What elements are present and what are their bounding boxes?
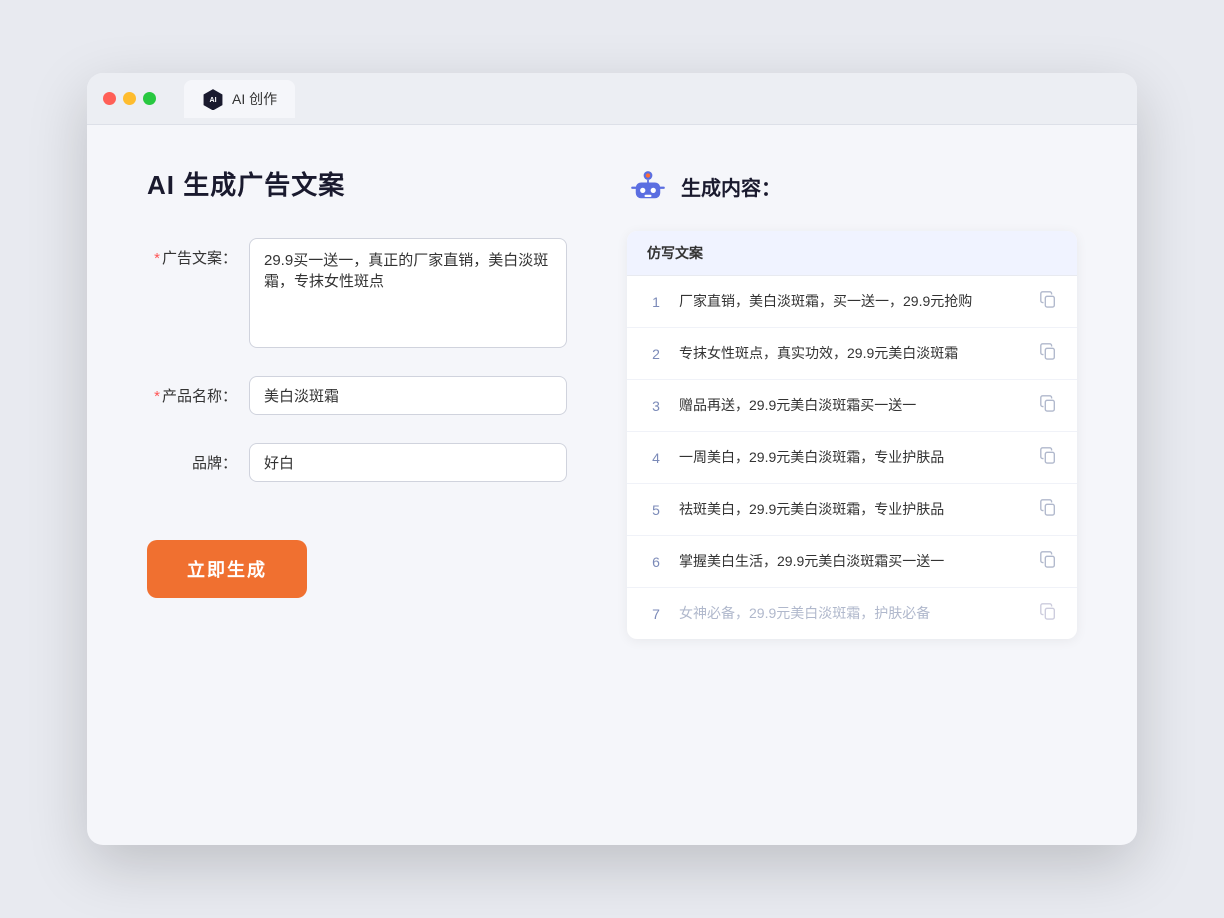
robot-icon	[627, 165, 669, 207]
tab-label: AI 创作	[232, 89, 277, 109]
copy-icon[interactable]	[1039, 550, 1057, 573]
browser-content: AI 生成广告文案 *广告文案： *产品名称： 品牌： 立	[87, 125, 1137, 845]
copy-icon[interactable]	[1039, 290, 1057, 313]
copy-icon[interactable]	[1039, 446, 1057, 469]
row-text: 一周美白，29.9元美白淡斑霜，专业护肤品	[679, 447, 1025, 468]
generate-button[interactable]: 立即生成	[147, 540, 307, 598]
table-row: 6 掌握美白生活，29.9元美白淡斑霜买一送一	[627, 536, 1077, 588]
row-number: 2	[647, 346, 665, 362]
row-number: 6	[647, 554, 665, 570]
required-star-2: *	[154, 388, 160, 405]
page-title: AI 生成广告文案	[147, 165, 567, 202]
minimize-button[interactable]	[123, 92, 136, 105]
row-number: 1	[647, 294, 665, 310]
table-row: 4 一周美白，29.9元美白淡斑霜，专业护肤品	[627, 432, 1077, 484]
ad-copy-input[interactable]	[249, 238, 567, 348]
traffic-lights	[103, 92, 156, 105]
left-panel: AI 生成广告文案 *广告文案： *产品名称： 品牌： 立	[147, 165, 567, 805]
brand-label: 品牌：	[147, 443, 237, 474]
result-table: 仿写文案 1 厂家直销，美白淡斑霜，买一送一，29.9元抢购 2 专抹女性斑点，真实…	[627, 231, 1077, 639]
table-row: 3 赠品再送，29.9元美白淡斑霜买一送一	[627, 380, 1077, 432]
row-text: 赠品再送，29.9元美白淡斑霜买一送一	[679, 395, 1025, 416]
row-number: 4	[647, 450, 665, 466]
ad-copy-group: *广告文案：	[147, 238, 567, 348]
table-header: 仿写文案	[627, 231, 1077, 276]
ad-copy-label: *广告文案：	[147, 238, 237, 269]
result-rows: 1 厂家直销，美白淡斑霜，买一送一，29.9元抢购 2 专抹女性斑点，真实功效，29…	[627, 276, 1077, 639]
product-name-label: *产品名称：	[147, 376, 237, 407]
required-star: *	[154, 250, 160, 267]
table-row: 2 专抹女性斑点，真实功效，29.9元美白淡斑霜	[627, 328, 1077, 380]
brand-input[interactable]	[249, 443, 567, 482]
copy-icon[interactable]	[1039, 498, 1057, 521]
row-text: 祛斑美白，29.9元美白淡斑霜，专业护肤品	[679, 499, 1025, 520]
table-row: 5 祛斑美白，29.9元美白淡斑霜，专业护肤品	[627, 484, 1077, 536]
table-row: 7 女神必备，29.9元美白淡斑霜，护肤必备	[627, 588, 1077, 639]
brand-group: 品牌：	[147, 443, 567, 482]
result-header: 生成内容：	[627, 165, 1077, 207]
browser-bar: AI AI 创作	[87, 73, 1137, 125]
row-number: 5	[647, 502, 665, 518]
ai-tab-icon: AI	[202, 88, 224, 110]
browser-window: AI AI 创作 AI 生成广告文案 *广告文案： *产品名称：	[87, 73, 1137, 845]
browser-tab[interactable]: AI AI 创作	[184, 80, 295, 118]
copy-icon[interactable]	[1039, 602, 1057, 625]
row-text: 女神必备，29.9元美白淡斑霜，护肤必备	[679, 603, 1025, 624]
row-text: 厂家直销，美白淡斑霜，买一送一，29.9元抢购	[679, 291, 1025, 312]
row-text: 专抹女性斑点，真实功效，29.9元美白淡斑霜	[679, 343, 1025, 364]
row-text: 掌握美白生活，29.9元美白淡斑霜买一送一	[679, 551, 1025, 572]
product-name-input[interactable]	[249, 376, 567, 415]
close-button[interactable]	[103, 92, 116, 105]
right-panel: 生成内容： 仿写文案 1 厂家直销，美白淡斑霜，买一送一，29.9元抢购 2 专抹女…	[627, 165, 1077, 805]
result-title: 生成内容：	[681, 172, 781, 201]
row-number: 3	[647, 398, 665, 414]
product-name-group: *产品名称：	[147, 376, 567, 415]
maximize-button[interactable]	[143, 92, 156, 105]
row-number: 7	[647, 606, 665, 622]
copy-icon[interactable]	[1039, 394, 1057, 417]
copy-icon[interactable]	[1039, 342, 1057, 365]
svg-text:AI: AI	[209, 97, 216, 104]
table-row: 1 厂家直销，美白淡斑霜，买一送一，29.9元抢购	[627, 276, 1077, 328]
